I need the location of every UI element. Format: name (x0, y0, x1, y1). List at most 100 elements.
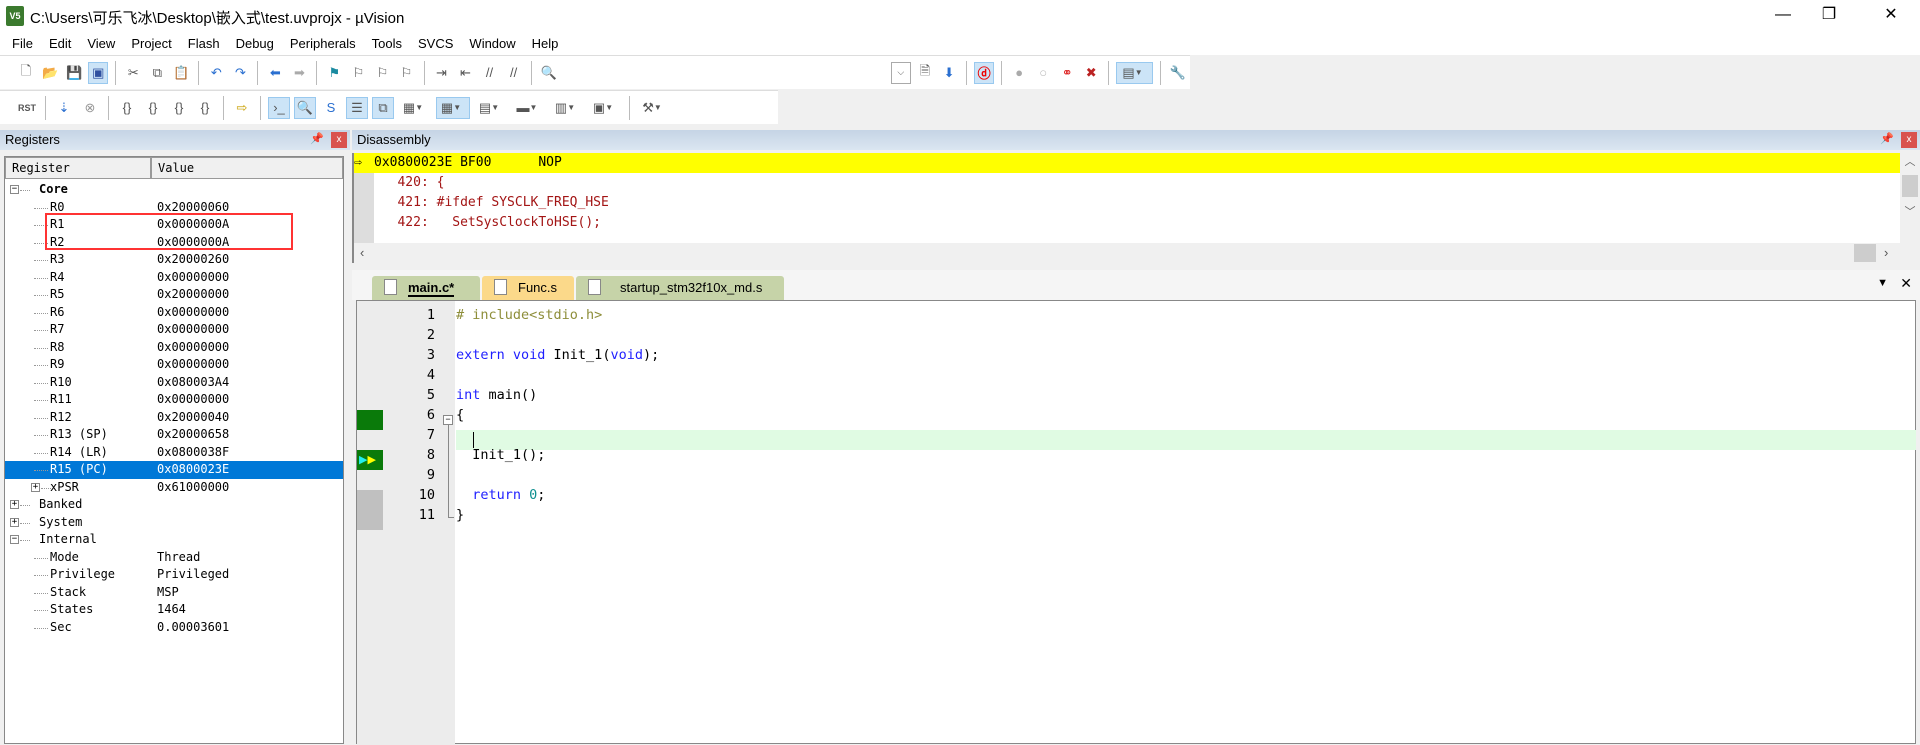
step-over-icon[interactable]: {} (142, 97, 164, 119)
column-header-value[interactable]: Value (151, 157, 343, 179)
call-stack-icon[interactable]: ⧉ (372, 96, 394, 119)
disable-breakpoints-icon[interactable]: ⚭ (1057, 62, 1077, 84)
register-value[interactable]: MSP (157, 584, 179, 602)
code-line[interactable]: 8 Init_1(); (357, 445, 1917, 465)
menu-file[interactable]: File (4, 32, 41, 55)
register-row[interactable]: + xPSR 0x61000000 (5, 479, 343, 497)
register-value[interactable]: 0x00000000 (157, 269, 229, 287)
close-tab-icon[interactable]: ✕ (1900, 275, 1912, 292)
cut-icon[interactable]: ✂ (123, 62, 143, 84)
horizontal-scrollbar[interactable]: ‹ › (352, 243, 1900, 263)
register-row[interactable]: R8 0x00000000 (5, 339, 343, 357)
trace-windows-icon[interactable]: ▥ ▼ (550, 97, 584, 119)
open-file-icon[interactable]: 📂 (40, 62, 60, 84)
register-value[interactable]: 0x20000040 (157, 409, 229, 427)
comment-icon[interactable]: // (480, 62, 500, 84)
menu-edit[interactable]: Edit (41, 32, 79, 55)
code-editor[interactable]: ▶▶ − 1 # include<stdio.h> 2 3 extern void In… (356, 300, 1917, 745)
register-row[interactable]: R12 0x20000040 (5, 409, 343, 427)
tree-group-core[interactable]: − Core (5, 181, 343, 199)
configure-icon[interactable]: 🔧 (1168, 62, 1188, 84)
uncomment-icon[interactable]: // (504, 62, 524, 84)
tab-main-c[interactable]: main.c* (372, 276, 480, 300)
run-icon[interactable]: ⇣ (53, 97, 75, 119)
register-row[interactable]: R4 0x00000000 (5, 269, 343, 287)
window-layout-icon[interactable]: ▤ ▼ (1116, 61, 1153, 84)
register-value[interactable]: 0x20000658 (157, 426, 229, 444)
indent-icon[interactable]: ⇥ (431, 62, 451, 84)
tree-group-internal[interactable]: − Internal (5, 531, 343, 549)
menu-view[interactable]: View (79, 32, 123, 55)
close-panel-button[interactable]: x (331, 132, 347, 148)
minimize-button[interactable]: — (1760, 0, 1806, 32)
save-all-icon[interactable]: ▣ (88, 61, 109, 84)
menu-help[interactable]: Help (524, 32, 567, 55)
tabs-dropdown-icon[interactable]: ▼ (1877, 277, 1888, 289)
code-line[interactable]: 7 (357, 425, 1917, 445)
register-row[interactable]: R15 (PC) 0x0800023E (5, 461, 343, 479)
disassembly-line[interactable]: 422: SetSysClockToHSE(); (354, 213, 1900, 233)
bookmark-icon[interactable]: ⚑ (324, 62, 344, 84)
tree-group-banked[interactable]: + Banked (5, 496, 343, 514)
register-value[interactable]: 0x0800023E (157, 461, 229, 479)
redo-icon[interactable]: ↷ (230, 62, 250, 84)
disassembly-line[interactable]: 420: { (354, 173, 1900, 193)
menu-tools[interactable]: Tools (364, 32, 410, 55)
disassembly-line[interactable]: 421: #ifdef SYSCLK_FREQ_HSE (354, 193, 1900, 213)
step-into-icon[interactable]: {} (116, 97, 138, 119)
register-value[interactable]: 0x61000000 (157, 479, 229, 497)
navigate-forward-icon[interactable]: ➡ (289, 62, 309, 84)
watch-windows-icon[interactable]: ▦ ▼ (398, 97, 432, 119)
restore-button[interactable]: ❐ (1806, 0, 1852, 32)
menu-svcs[interactable]: SVCS (410, 32, 461, 55)
reset-icon[interactable]: RST (16, 97, 38, 119)
code-line[interactable]: 2 (357, 325, 1917, 345)
register-row[interactable]: R13 (SP) 0x20000658 (5, 426, 343, 444)
menu-project[interactable]: Project (123, 32, 179, 55)
stop-icon[interactable]: ⊗ (79, 97, 101, 119)
vertical-scrollbar[interactable]: ︿ ﹀ (1900, 153, 1920, 243)
register-value[interactable]: 0x00000000 (157, 304, 229, 322)
register-value[interactable]: Thread (157, 549, 200, 567)
tree-group-system[interactable]: + System (5, 514, 343, 532)
register-value[interactable]: Privileged (157, 566, 229, 584)
menu-flash[interactable]: Flash (180, 32, 228, 55)
tab-startup-s[interactable]: startup_stm32f10x_md.s (576, 276, 784, 300)
next-bookmark-icon[interactable]: ⚐ (372, 62, 392, 84)
prev-bookmark-icon[interactable]: ⚐ (348, 62, 368, 84)
internal-row[interactable]: Sec 0.00003601 (5, 619, 343, 637)
run-to-cursor-icon[interactable]: {} (194, 97, 216, 119)
disassembly-content[interactable]: ⇨ 0x0800023E BF00 NOP 420: { 421: #ifdef … (352, 153, 1900, 243)
copy-icon[interactable]: ⧉ (147, 62, 167, 84)
system-viewer-icon[interactable]: ▣ ▼ (588, 97, 622, 119)
navigate-back-icon[interactable]: ⬅ (265, 62, 285, 84)
save-icon[interactable]: 💾 (64, 62, 84, 84)
code-line[interactable]: 6{ (357, 405, 1917, 425)
undo-icon[interactable]: ↶ (206, 62, 226, 84)
find-in-files-icon[interactable]: 🔍 (539, 62, 559, 84)
register-row[interactable]: R9 0x00000000 (5, 356, 343, 374)
expand-icon[interactable]: + (10, 500, 19, 509)
code-line[interactable]: 10 return 0; (357, 485, 1917, 505)
column-header-register[interactable]: Register (5, 157, 151, 179)
step-out-icon[interactable]: {} (168, 97, 190, 119)
memory-windows-icon[interactable]: ▦ ▼ (436, 96, 470, 119)
registers-window-icon[interactable]: ☰ (346, 96, 368, 119)
internal-row[interactable]: Mode Thread (5, 549, 343, 567)
kill-breakpoints-icon[interactable]: ✖ (1081, 62, 1101, 84)
command-window-icon[interactable]: ›_ (268, 96, 290, 119)
symbols-window-icon[interactable]: S (320, 97, 342, 119)
close-panel-button[interactable]: x (1901, 132, 1917, 148)
register-row[interactable]: R10 0x080003A4 (5, 374, 343, 392)
register-row[interactable]: R5 0x20000000 (5, 286, 343, 304)
register-row[interactable]: R3 0x20000260 (5, 251, 343, 269)
code-line[interactable]: 1 # include<stdio.h> (357, 305, 1917, 325)
register-value[interactable]: 0x20000000 (157, 286, 229, 304)
register-value[interactable]: 1464 (157, 601, 186, 619)
tab-func-s[interactable]: Func.s (482, 276, 574, 300)
internal-row[interactable]: States 1464 (5, 601, 343, 619)
internal-row[interactable]: Stack MSP (5, 584, 343, 602)
collapse-icon[interactable]: − (10, 535, 19, 544)
disassembly-window-icon[interactable]: 🔍 (294, 96, 316, 119)
clear-bookmarks-icon[interactable]: ⚐ (396, 62, 416, 84)
